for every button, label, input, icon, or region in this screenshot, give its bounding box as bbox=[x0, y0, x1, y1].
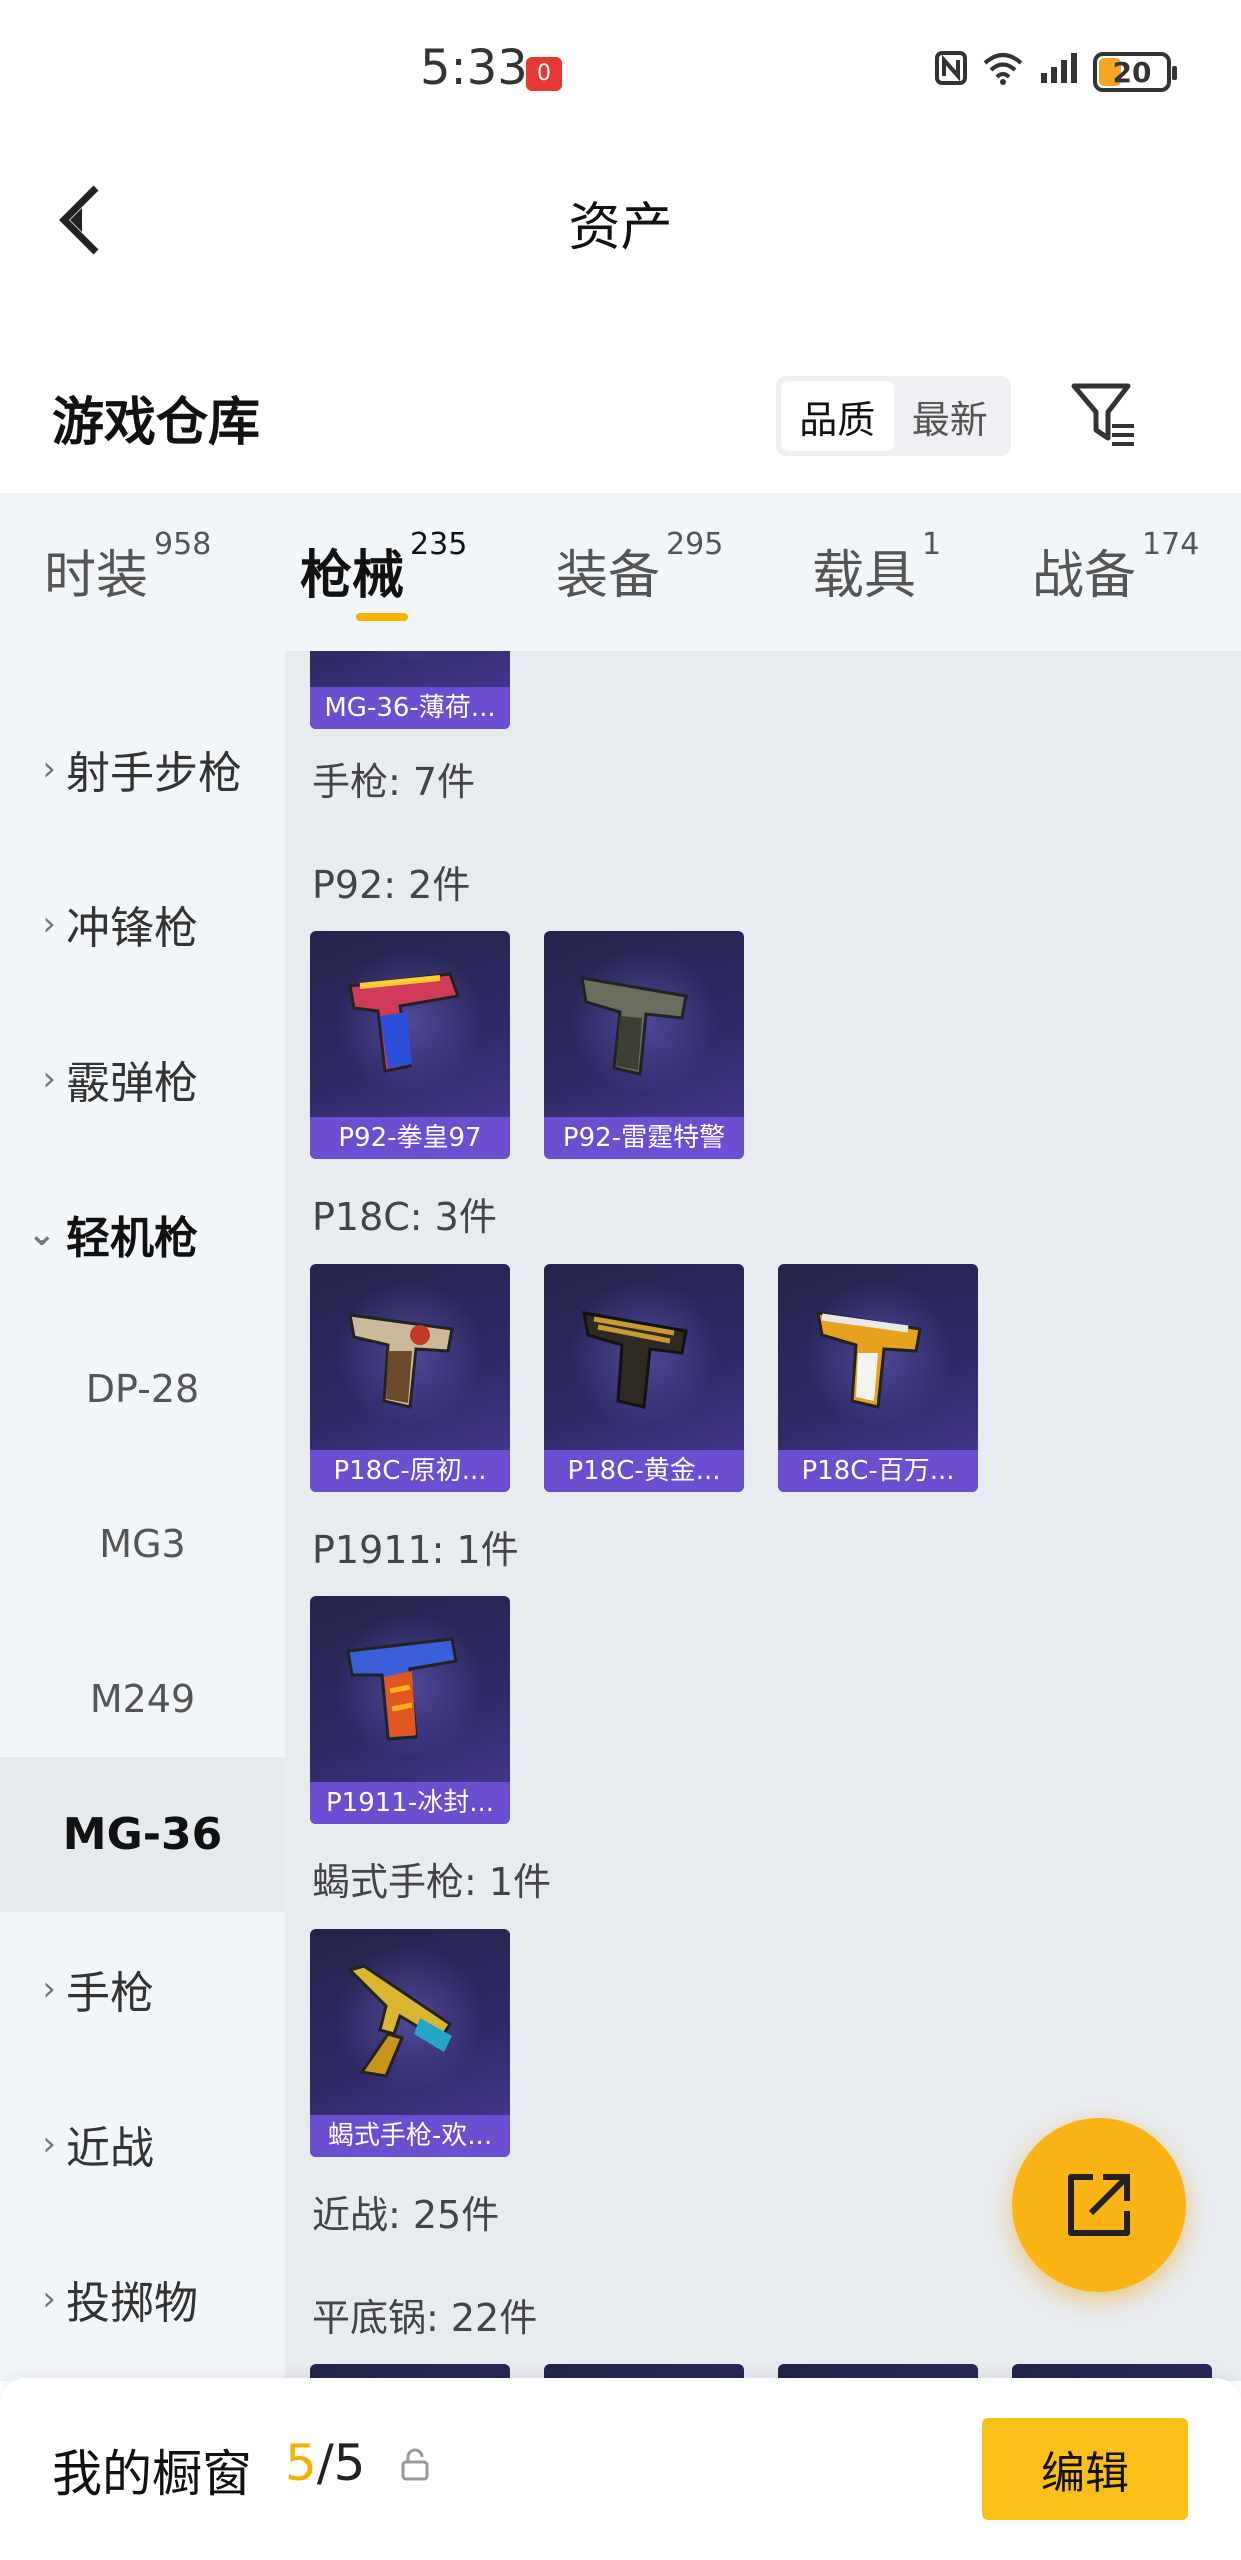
sidebar-item-shotgun[interactable]: › 霰弹枪 bbox=[0, 1001, 285, 1156]
tab-fashion[interactable]: 时装958 bbox=[44, 527, 211, 608]
sidebar-item-throwable[interactable]: › 投掷物 bbox=[0, 2221, 285, 2376]
pistol-image bbox=[582, 1311, 688, 1409]
sidebar-subitem-m249[interactable]: M249 bbox=[0, 1621, 285, 1776]
sidebar-subitem-dp28[interactable]: DP-28 bbox=[0, 1311, 285, 1466]
weapon-card-caption: P92-雷霆特警 bbox=[544, 1117, 744, 1159]
sidebar-item-melee[interactable]: › 近战 bbox=[0, 2066, 285, 2221]
weapon-card-caption: P92-拳皇97 bbox=[310, 1117, 510, 1159]
category-tabs: 时装958 枪械235 装备295 载具1 战备174 bbox=[0, 493, 1241, 651]
filter-icon bbox=[1071, 383, 1134, 446]
section-title: 游戏仓库 bbox=[52, 393, 261, 453]
weapon-card-caption: P18C-原初... bbox=[310, 1450, 510, 1492]
section-header: P1911: 1件 bbox=[312, 1528, 519, 1572]
weapon-card[interactable]: P92-拳皇97 bbox=[310, 931, 510, 1159]
sort-newest-option[interactable]: 最新 bbox=[894, 381, 1007, 451]
pistol-image bbox=[580, 976, 688, 1076]
weapon-card[interactable]: P18C-黄金... bbox=[544, 1264, 744, 1492]
nav-bar: 资产 bbox=[0, 145, 1241, 295]
pistol-image bbox=[346, 1637, 458, 1741]
sort-quality-option[interactable]: 品质 bbox=[781, 381, 894, 451]
weapon-card[interactable]: P18C-原初... bbox=[310, 1264, 510, 1492]
filter-button[interactable] bbox=[1068, 380, 1138, 450]
weapon-card-caption: P1911-冰封... bbox=[310, 1782, 510, 1824]
weapon-card-caption: 蝎式手枪-欢... bbox=[310, 2115, 510, 2157]
section-header: 手枪: 7件 bbox=[312, 760, 476, 804]
section-header: 平底锅: 22件 bbox=[312, 2296, 538, 2340]
chevron-down-icon: ⌄ bbox=[27, 1213, 57, 1254]
chevron-right-icon: › bbox=[42, 2123, 56, 2164]
clock: 5:33 bbox=[420, 40, 528, 96]
sidebar-item-smg[interactable]: › 冲锋枪 bbox=[0, 846, 285, 1001]
chevron-right-icon: › bbox=[42, 748, 56, 789]
tab-firearms[interactable]: 枪械235 bbox=[300, 527, 467, 608]
weapon-card-caption: P18C-黄金... bbox=[544, 1450, 744, 1492]
section-header: P92: 2件 bbox=[312, 863, 471, 907]
sidebar-subitem-mg3[interactable]: MG3 bbox=[0, 1466, 285, 1621]
weapon-card[interactable]: P1911-冰封... bbox=[310, 1596, 510, 1824]
showcase-bar: 我的橱窗 5/5 编辑 bbox=[0, 2378, 1241, 2560]
nfc-icon bbox=[935, 51, 967, 93]
notification-badge: 0 bbox=[526, 57, 562, 91]
unlock-icon bbox=[401, 2448, 429, 2481]
section-header: 近战: 25件 bbox=[312, 2193, 500, 2237]
chevron-right-icon: › bbox=[42, 2278, 56, 2319]
weapon-card[interactable]: P18C-百万... bbox=[778, 1264, 978, 1492]
chevron-right-icon: › bbox=[42, 1968, 56, 2009]
wifi-icon bbox=[981, 51, 1025, 93]
weapon-card[interactable]: P92-雷霆特警 bbox=[544, 931, 744, 1159]
page-title: 资产 bbox=[568, 198, 673, 258]
weapon-category-sidebar: › 射手步枪 › 冲锋枪 › 霰弹枪 ⌄ 轻机枪 DP-28 MG3 M249 MG-3… bbox=[0, 651, 285, 2381]
sidebar-item-lmg[interactable]: ⌄ 轻机枪 bbox=[0, 1156, 285, 1311]
pistol-image bbox=[348, 1313, 454, 1409]
share-icon bbox=[1068, 2174, 1130, 2236]
chevron-right-icon: › bbox=[42, 903, 56, 944]
weapon-card[interactable]: MG-36-薄荷... bbox=[310, 651, 510, 729]
showcase-count: 5/5 bbox=[285, 2434, 366, 2492]
showcase-label: 我的橱窗 bbox=[52, 2445, 252, 2503]
tab-supplies[interactable]: 战备174 bbox=[1032, 527, 1199, 608]
section-header: 蝎式手枪: 1件 bbox=[312, 1860, 552, 1904]
tab-vehicles[interactable]: 载具1 bbox=[812, 527, 941, 608]
warehouse-header: 游戏仓库 品质 最新 bbox=[0, 340, 1241, 490]
signal-icon bbox=[1039, 51, 1079, 93]
active-tab-indicator bbox=[356, 613, 408, 621]
sidebar-subitem-mg36[interactable]: MG-36 bbox=[0, 1757, 285, 1912]
smg-image bbox=[347, 1964, 453, 2078]
tab-equipment[interactable]: 装备295 bbox=[556, 527, 723, 608]
pistol-image bbox=[348, 972, 461, 1073]
section-header: P18C: 3件 bbox=[312, 1195, 497, 1239]
sidebar-item-marksman-rifle[interactable]: › 射手步枪 bbox=[0, 691, 285, 846]
sidebar-item-pistol[interactable]: › 手枪 bbox=[0, 1911, 285, 2066]
weapon-card[interactable]: 蝎式手枪-欢... bbox=[310, 1929, 510, 2157]
sort-toggle: 品质 最新 bbox=[776, 376, 1011, 456]
battery-indicator: 20 bbox=[1093, 52, 1177, 92]
share-fab[interactable] bbox=[1012, 2118, 1186, 2292]
edit-button[interactable]: 编辑 bbox=[982, 2418, 1188, 2520]
weapon-card-caption: MG-36-薄荷... bbox=[310, 687, 510, 729]
chevron-right-icon: › bbox=[42, 1058, 56, 1099]
weapon-card-caption: P18C-百万... bbox=[778, 1450, 978, 1492]
status-icons: 20 bbox=[935, 46, 1177, 98]
status-bar: 5:33 0 20 bbox=[0, 0, 1241, 145]
pistol-image bbox=[816, 1311, 922, 1409]
